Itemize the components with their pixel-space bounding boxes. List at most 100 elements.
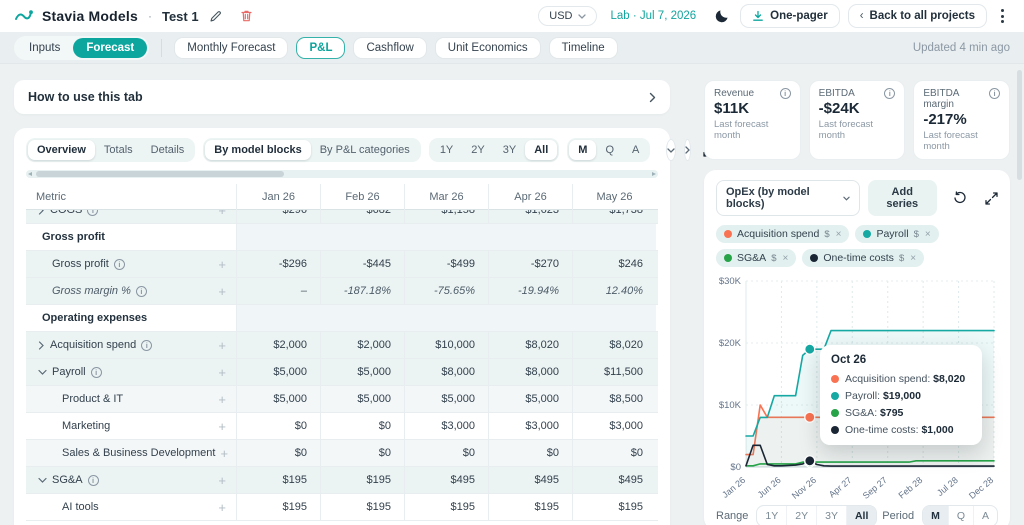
value-cell[interactable]: $5,000	[404, 386, 488, 412]
tab-timeline[interactable]: Timeline	[548, 36, 618, 59]
add-line-button[interactable]: +	[218, 392, 236, 407]
value-cell[interactable]: $0	[572, 440, 656, 466]
value-cell[interactable]: $5,000	[320, 359, 404, 385]
value-cell[interactable]: $8,000	[404, 359, 488, 385]
value-cell[interactable]: $1,158	[404, 210, 488, 223]
info-icon[interactable]: i	[141, 339, 153, 351]
metric-cell[interactable]: Sales & Business Development +	[26, 440, 236, 466]
scroll-right-arrow[interactable]	[652, 171, 656, 176]
metric-cell[interactable]: Gross margin % i +	[26, 278, 236, 304]
horizontal-scrollbar[interactable]	[26, 170, 658, 178]
remove-series-icon[interactable]: ×	[782, 253, 788, 264]
legend-chip-acquisition-spend[interactable]: Acquisition spend $ ×	[716, 225, 850, 243]
value-cell[interactable]: $0	[320, 440, 404, 466]
value-cell[interactable]: 12.40%	[572, 278, 656, 304]
tab-cashflow[interactable]: Cashflow	[353, 36, 427, 59]
chevron-right-icon[interactable]	[38, 210, 45, 215]
range-1y[interactable]: 1Y	[431, 140, 462, 160]
value-cell[interactable]: -$270	[488, 251, 572, 277]
expand-chart-icon[interactable]	[985, 191, 998, 205]
tab-inputs[interactable]: Inputs	[16, 38, 73, 58]
metric-cell[interactable]: Acquisition spend i +	[26, 332, 236, 358]
value-cell[interactable]: $3,000	[572, 413, 656, 439]
add-series-button[interactable]: Add series	[867, 180, 937, 216]
value-cell[interactable]: -$445	[320, 251, 404, 277]
tab-monthly-forecast[interactable]: Monthly Forecast	[174, 36, 289, 59]
value-cell[interactable]: $495	[572, 467, 656, 493]
view-totals[interactable]: Totals	[95, 140, 142, 160]
add-line-button[interactable]: +	[218, 338, 236, 353]
collapse-rows-button[interactable]	[666, 139, 677, 161]
add-line-button[interactable]: +	[218, 419, 236, 434]
value-cell[interactable]: –	[236, 278, 320, 304]
one-pager-button[interactable]: One-pager	[740, 4, 840, 28]
value-cell[interactable]: $10,000	[404, 332, 488, 358]
info-icon[interactable]: i	[90, 366, 102, 378]
value-cell[interactable]: $195	[404, 494, 488, 520]
how-to-use-banner[interactable]: How to use this tab	[14, 80, 670, 114]
metric-cell[interactable]: Payroll i +	[26, 359, 236, 385]
value-cell[interactable]: $2,000	[320, 332, 404, 358]
add-line-button[interactable]: +	[218, 284, 236, 299]
value-cell[interactable]: $296	[236, 210, 320, 223]
value-cell[interactable]: $5,000	[488, 386, 572, 412]
metric-cell[interactable]: Gross profit i +	[26, 251, 236, 277]
chart-range-all[interactable]: All	[845, 506, 877, 525]
metric-cell[interactable]: COGS i +	[26, 210, 236, 223]
metric-cell[interactable]: Product & IT +	[26, 386, 236, 412]
value-cell[interactable]: $5,000	[236, 359, 320, 385]
dark-mode-toggle[interactable]	[712, 6, 732, 26]
currency-toggle[interactable]: $	[914, 229, 919, 240]
reset-chart-icon[interactable]	[953, 191, 967, 205]
view-details[interactable]: Details	[142, 140, 194, 160]
legend-chip-one-time-costs[interactable]: One-time costs $ ×	[802, 249, 925, 267]
value-cell[interactable]: $3,000	[488, 413, 572, 439]
scroll-left-arrow[interactable]	[28, 171, 32, 176]
value-cell[interactable]: $0	[404, 440, 488, 466]
tab-forecast[interactable]: Forecast	[73, 37, 148, 58]
scrollbar-thumb[interactable]	[36, 171, 284, 177]
period-m[interactable]: M	[569, 140, 597, 160]
currency-select[interactable]: USD	[538, 6, 597, 26]
range-3y[interactable]: 3Y	[494, 140, 525, 160]
period-q[interactable]: Q	[596, 140, 623, 160]
info-icon[interactable]: i	[87, 474, 99, 486]
value-cell[interactable]: $8,000	[488, 359, 572, 385]
value-cell[interactable]: $195	[236, 494, 320, 520]
next-columns-button[interactable]	[684, 139, 692, 161]
value-cell[interactable]: -19.94%	[488, 278, 572, 304]
value-cell[interactable]: -$499	[404, 251, 488, 277]
value-cell[interactable]: $495	[488, 467, 572, 493]
chart-range-3y[interactable]: 3Y	[816, 506, 846, 525]
value-cell[interactable]: $682	[320, 210, 404, 223]
value-cell[interactable]: -$296	[236, 251, 320, 277]
info-icon[interactable]: i	[87, 210, 99, 216]
edit-project-button[interactable]	[207, 8, 224, 25]
chevron-down-icon[interactable]	[38, 369, 47, 376]
chevron-right-icon[interactable]	[38, 340, 45, 350]
value-cell[interactable]: $195	[488, 494, 572, 520]
info-icon[interactable]: i	[989, 88, 1001, 99]
more-options-button[interactable]	[995, 6, 1010, 26]
value-cell[interactable]: $0	[236, 413, 320, 439]
add-line-button[interactable]: +	[218, 365, 236, 380]
value-cell[interactable]: $8,020	[488, 332, 572, 358]
value-cell[interactable]: $195	[320, 494, 404, 520]
info-icon[interactable]: i	[779, 88, 791, 99]
group-by-model-blocks[interactable]: By model blocks	[205, 140, 311, 160]
info-icon[interactable]: i	[113, 258, 125, 270]
value-cell[interactable]: $5,000	[320, 386, 404, 412]
value-cell[interactable]: $2,000	[236, 332, 320, 358]
value-cell[interactable]: $195	[320, 467, 404, 493]
metric-cell[interactable]: SG&A i +	[26, 467, 236, 493]
metric-cell[interactable]: Marketing +	[26, 413, 236, 439]
range-all[interactable]: All	[525, 140, 558, 160]
chevron-down-icon[interactable]	[38, 477, 47, 484]
legend-chip-sg-a[interactable]: SG&A $ ×	[716, 249, 797, 267]
tab-p-l[interactable]: P&L	[296, 36, 346, 59]
value-cell[interactable]: $8,020	[572, 332, 656, 358]
chart-period-a[interactable]: A	[972, 506, 997, 525]
range-2y[interactable]: 2Y	[462, 140, 493, 160]
chart-period-q[interactable]: Q	[947, 506, 973, 525]
add-line-button[interactable]: +	[218, 257, 236, 272]
